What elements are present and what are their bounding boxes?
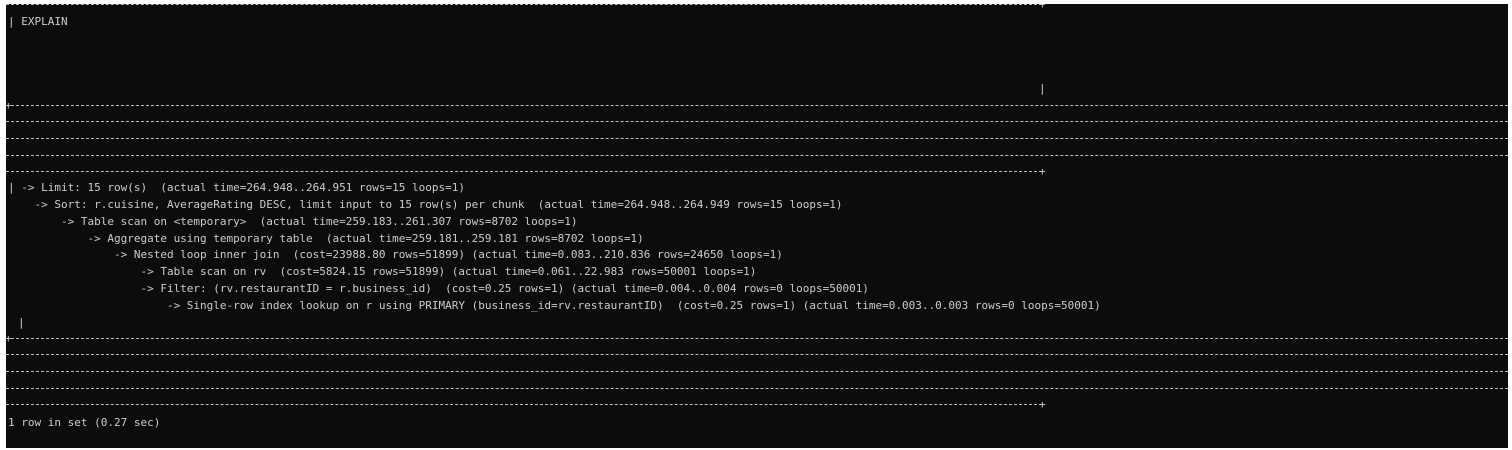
table-border [6, 121, 1508, 122]
plan-line: -> Sort: r.cuisine, AverageRating DESC, … [8, 198, 843, 211]
table-border [6, 371, 1508, 372]
table-border [6, 388, 1508, 389]
table-border [6, 171, 1042, 172]
plan-line: -> Aggregate using temporary table (actu… [8, 232, 644, 245]
plan-line: -> Single-row index lookup on r using PR… [8, 299, 1101, 312]
plan-line: -> Table scan on rv (cost=5824.15 rows=5… [8, 265, 757, 278]
terminal-window[interactable]: + | EXPLAIN | + + | -> Limit: 15 row(s) … [6, 4, 1508, 448]
table-border-bottom [6, 404, 1042, 405]
table-corner: + [1039, 165, 1046, 178]
plan-line: | -> Limit: 15 row(s) (actual time=264.9… [8, 181, 465, 194]
plan-line: -> Filter: (rv.restaurantID = r.business… [8, 282, 869, 295]
table-border [6, 354, 1508, 355]
column-header-right-edge: | [1039, 82, 1046, 95]
table-border [6, 105, 1508, 106]
table-border-top [6, 4, 1042, 5]
table-border [6, 138, 1508, 139]
plan-line: -> Table scan on <temporary> (actual tim… [8, 215, 578, 228]
row-left-edge: | [18, 316, 25, 329]
table-border [6, 155, 1508, 156]
table-corner: + [1039, 4, 1046, 11]
plan-line: -> Nested loop inner join (cost=23988.80… [8, 248, 783, 261]
table-border [6, 338, 1508, 339]
table-corner: + [1039, 398, 1046, 411]
result-summary: 1 row in set (0.27 sec) [8, 416, 161, 429]
column-header: | EXPLAIN [8, 15, 68, 28]
